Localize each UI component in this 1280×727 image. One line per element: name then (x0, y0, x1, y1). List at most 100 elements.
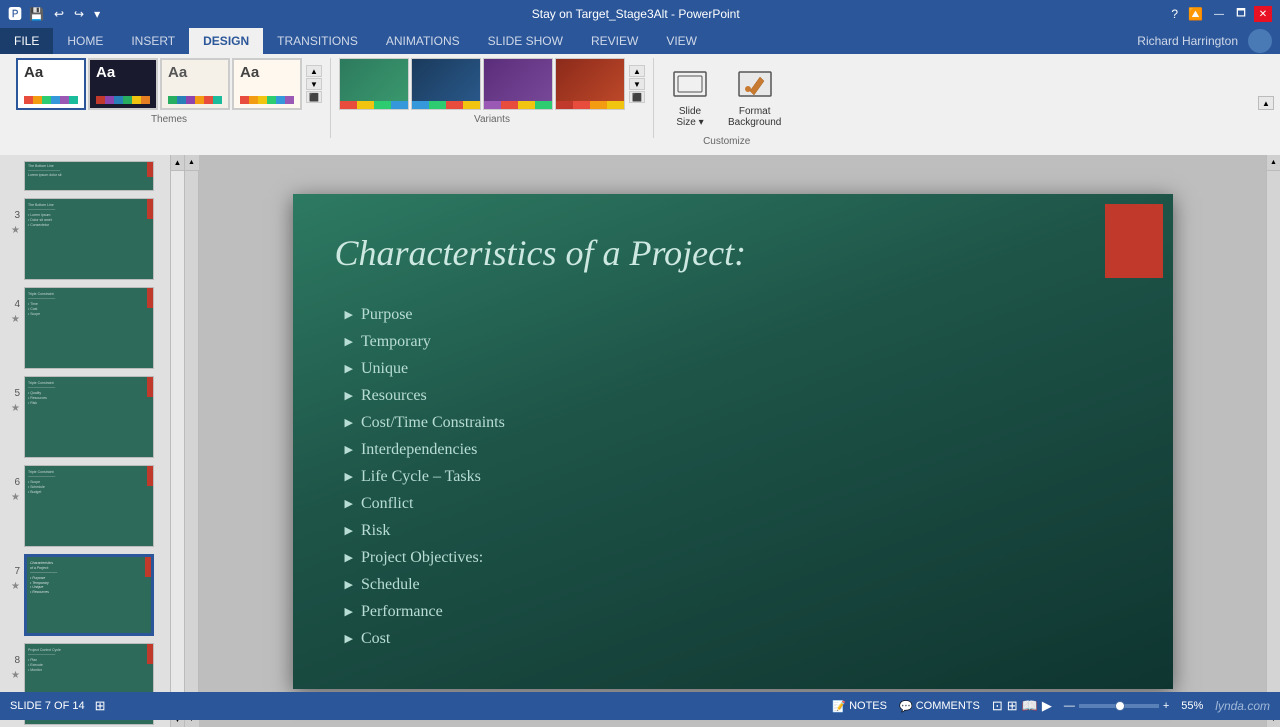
status-bar: SLIDE 7 OF 14 ⊞ 📝 NOTES 💬 COMMENTS ⊡ ⊞ 📖… (0, 692, 1280, 720)
bullet-lifecycle[interactable]: ▶ Life Cycle – Tasks (345, 468, 505, 486)
tab-home[interactable]: HOME (53, 28, 117, 54)
customize-qa-btn[interactable]: ▾ (91, 6, 103, 22)
bullet-cost[interactable]: ▶ Cost (345, 630, 505, 648)
ribbon-collapse-arrow[interactable]: ▲ (1258, 96, 1274, 110)
bullet-arrow-2: ▶ (345, 335, 353, 348)
save-btn[interactable]: 💾 (26, 6, 47, 22)
minimize-btn[interactable]: — (1210, 6, 1228, 22)
view-normal[interactable]: ⊡ (992, 698, 1003, 714)
canvas-scroll-up[interactable]: ▲ (185, 155, 199, 171)
zoom-in[interactable]: + (1163, 700, 1169, 712)
bullet-temporary[interactable]: ▶ Temporary (345, 333, 505, 351)
ribbon-collapse-btn[interactable]: 🔼 (1185, 6, 1206, 22)
bullet-arrow-1: ▶ (345, 308, 353, 321)
slide-title[interactable]: Characteristics of a Project: (335, 232, 1083, 275)
bullet-text-1: Purpose (361, 306, 413, 324)
view-slide-sorter[interactable]: ⊞ (1007, 698, 1018, 714)
bullet-performance[interactable]: ▶ Performance (345, 603, 505, 621)
slide-item-7[interactable]: 7 ★ Characteristicsof a Project:────────… (4, 552, 180, 638)
bullet-schedule[interactable]: ▶ Schedule (345, 576, 505, 594)
zoom-slider[interactable] (1079, 704, 1159, 708)
bullet-arrow-11: ▶ (345, 578, 353, 591)
slide-panel-toggle[interactable]: ⊞ (95, 698, 106, 714)
theme-2[interactable]: Aa (88, 58, 158, 110)
bullet-costtime[interactable]: ▶ Cost/Time Constraints (345, 414, 505, 432)
variants-section: ▲ ▼ ⬛ Variants (331, 58, 654, 138)
user-name[interactable]: Richard Harrington (1137, 34, 1238, 48)
format-background-icon (737, 66, 773, 102)
tab-insert[interactable]: INSERT (117, 28, 189, 54)
tab-animations[interactable]: ANIMATIONS (372, 28, 474, 54)
bullet-arrow-4: ▶ (345, 389, 353, 402)
redo-btn[interactable]: ↪ (71, 6, 87, 22)
panel-scroll-up[interactable]: ▲ (171, 155, 185, 171)
tab-slideshow[interactable]: SLIDE SHOW (474, 28, 577, 54)
customize-label: Customize (703, 136, 750, 147)
variant-scroll-expand[interactable]: ⬛ (629, 91, 645, 103)
bullet-arrow-5: ▶ (345, 416, 353, 429)
bullet-objectives[interactable]: ▶ Project Objectives: (345, 549, 505, 567)
variant-3[interactable] (483, 58, 553, 110)
slide-canvas[interactable]: Characteristics of a Project: ▶ Purpose … (293, 194, 1173, 689)
tab-view[interactable]: VIEW (652, 28, 711, 54)
slide-num-6: 6 (14, 465, 20, 488)
bullet-purpose[interactable]: ▶ Purpose (345, 306, 505, 324)
notes-button[interactable]: 📝 NOTES (832, 700, 887, 713)
theme-1[interactable]: Aa (16, 58, 86, 110)
notes-icon: 📝 (832, 700, 846, 713)
main-area: ▲ ▼ The Bottom Line─────────────Lorem ip… (0, 155, 1280, 727)
theme-3[interactable]: Aa (160, 58, 230, 110)
bullet-text-7: Life Cycle – Tasks (361, 468, 481, 486)
bullet-arrow-7: ▶ (345, 470, 353, 483)
slide-size-button[interactable]: SlideSize ▾ (666, 62, 714, 132)
tab-transitions[interactable]: TRANSITIONS (263, 28, 372, 54)
view-buttons: ⊡ ⊞ 📖 ▶ (992, 698, 1052, 714)
theme-scroll-expand[interactable]: ⬛ (306, 91, 322, 103)
bullet-interdependencies[interactable]: ▶ Interdependencies (345, 441, 505, 459)
slide-item-3[interactable]: 3 ★ The Bottom Line───────────• Lorem ip… (4, 196, 180, 282)
slide-num-3: 3 (14, 198, 20, 221)
view-reading[interactable]: 📖 (1022, 698, 1038, 714)
status-left: SLIDE 7 OF 14 ⊞ (10, 698, 106, 714)
zoom-out[interactable]: — (1064, 700, 1075, 712)
bullet-unique[interactable]: ▶ Unique (345, 360, 505, 378)
variant-4[interactable] (555, 58, 625, 110)
slide-item-5[interactable]: 5 ★ Triple Constraint───────────• Qualit… (4, 374, 180, 460)
undo-btn[interactable]: ↩ (51, 6, 67, 22)
variant-scroll[interactable]: ▲ ▼ ⬛ (629, 65, 645, 103)
variant-1[interactable] (339, 58, 409, 110)
bullet-arrow-3: ▶ (345, 362, 353, 375)
theme-scroll-up[interactable]: ▲ (306, 65, 322, 77)
tab-file[interactable]: FILE (0, 28, 53, 54)
variants-label: Variants (474, 114, 510, 125)
restore-btn[interactable]: 🗖 (1232, 6, 1250, 22)
variant-2[interactable] (411, 58, 481, 110)
slide-item-partial[interactable]: The Bottom Line─────────────Lorem ipsum … (4, 159, 180, 193)
slide-star-6: ★ (11, 492, 20, 503)
bullet-conflict[interactable]: ▶ Conflict (345, 495, 505, 513)
tab-design[interactable]: DESIGN (189, 28, 263, 54)
close-btn[interactable]: ✕ (1254, 6, 1272, 22)
bullet-text-10: Project Objectives: (361, 549, 483, 567)
tab-review[interactable]: REVIEW (577, 28, 652, 54)
zoom-level[interactable]: 55% (1173, 700, 1203, 712)
slide-red-accent (1105, 204, 1163, 278)
slide-star-8: ★ (11, 670, 20, 681)
variant-scroll-up[interactable]: ▲ (629, 65, 645, 77)
view-presenter[interactable]: ▶ (1042, 698, 1052, 714)
comments-label: COMMENTS (916, 700, 980, 712)
theme-4[interactable]: Aa (232, 58, 302, 110)
slide-item-4[interactable]: 4 ★ Triple Constraint───────────• Time• … (4, 285, 180, 371)
theme-scroll[interactable]: ▲ ▼ ⬛ (306, 65, 322, 103)
canvas-scroll-right-up[interactable]: ▲ (1267, 155, 1280, 171)
bullet-resources[interactable]: ▶ Resources (345, 387, 505, 405)
theme-scroll-down[interactable]: ▼ (306, 78, 322, 90)
variant-scroll-down[interactable]: ▼ (629, 78, 645, 90)
help-btn[interactable]: ? (1168, 6, 1181, 22)
format-background-button[interactable]: FormatBackground (722, 62, 787, 132)
comments-button[interactable]: 💬 COMMENTS (899, 700, 980, 713)
slide-item-6[interactable]: 6 ★ Triple Constraint───────────• Scope•… (4, 463, 180, 549)
bullet-risk[interactable]: ▶ Risk (345, 522, 505, 540)
window-controls: ? 🔼 — 🗖 ✕ (1168, 6, 1272, 22)
themes-section: Aa Aa (8, 58, 331, 138)
